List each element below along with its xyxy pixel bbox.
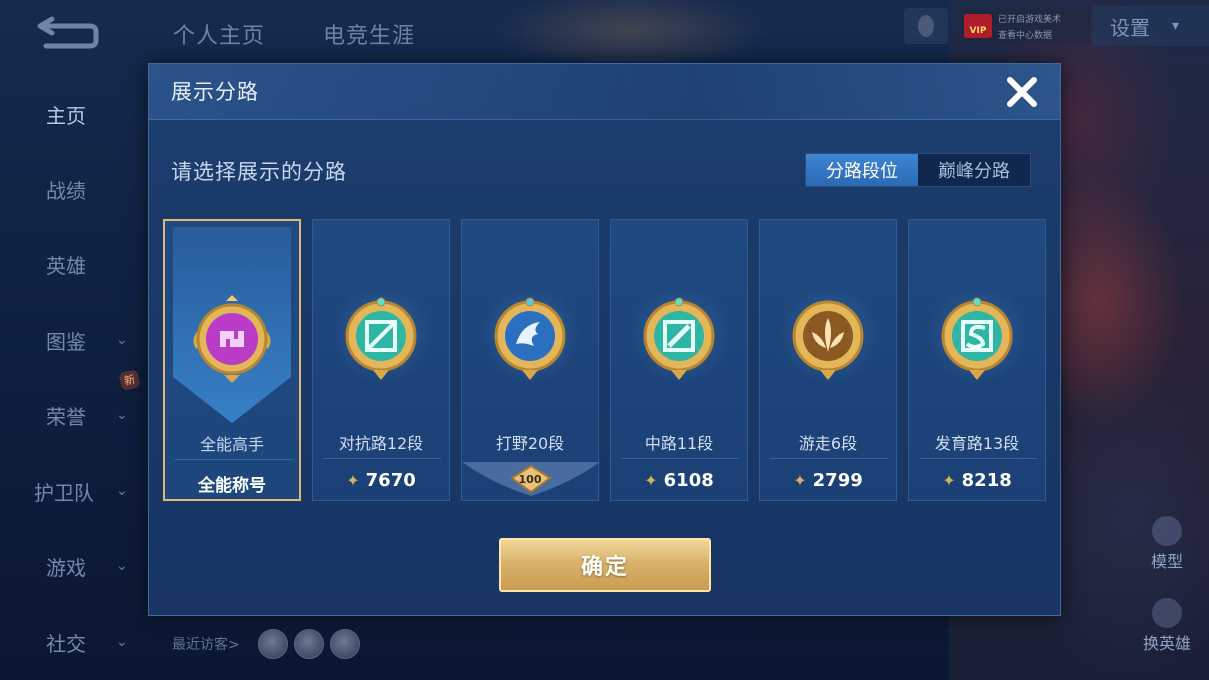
allround-title-label: 全能称号 (198, 476, 266, 496)
vip-line-2: 查看中心数据 (998, 31, 1053, 41)
top-bar: 个人主页 电竞生涯 VIP 已开启游戏美术 查看中心数据 设置 ▾ (0, 0, 1209, 70)
tab-peak-lane[interactable]: 巅峰分路 (918, 154, 1030, 186)
sidebar-item-codex[interactable]: 图鉴 ⌄ (0, 310, 148, 370)
lane-card-mid[interactable]: 中路11段 ✦ 6108 (610, 219, 748, 501)
sidebar: 主页 战绩 英雄 图鉴 ⌄ 荣誉 新 ⌄ 护卫队 ⌄ 游戏 ⌄ 社交 ⌄ (0, 70, 148, 680)
lane-score: ✦ 2799 (760, 470, 896, 491)
dialog-header: 展示分路 (149, 64, 1060, 120)
switch-hero-icon (1152, 598, 1182, 628)
model-label: 模型 (1150, 552, 1183, 571)
sidebar-item-label: 英雄 (46, 253, 86, 278)
lane-display-dialog: 展示分路 请选择展示的分路 分路段位 巅峰分路 全能高手 全能称号 对抗路12段… (148, 63, 1061, 616)
recent-visitors-label: 最近访客> (172, 637, 240, 653)
lane-score: ✦ 8218 (909, 470, 1045, 491)
avatar[interactable] (293, 629, 324, 659)
tab-esports-career[interactable]: 电竞生涯 (323, 18, 415, 50)
recent-visitors[interactable]: 最近访客> (172, 626, 366, 662)
switch-hero-label: 换英雄 (1142, 634, 1191, 653)
lane-score-value: 6108 (663, 470, 714, 491)
sidebar-item-home[interactable]: 主页 (0, 84, 148, 144)
lane-rank-label: 中路11段 (644, 434, 714, 453)
sidebar-item-label: 游戏 (46, 555, 86, 580)
chevron-down-icon: ⌄ (116, 407, 128, 423)
close-button[interactable] (1004, 74, 1040, 110)
settings-button[interactable]: 设置 ▾ (1092, 6, 1209, 46)
tab-lane-rank[interactable]: 分路段位 (806, 154, 918, 186)
dialog-title: 展示分路 (171, 80, 259, 104)
divider (175, 459, 293, 460)
sidebar-item-label: 社交 (46, 631, 86, 656)
power-score-icon: ✦ (644, 471, 658, 490)
power-score-icon: ✦ (346, 471, 360, 490)
clash-lane-medal-icon (313, 294, 449, 394)
close-icon (1007, 77, 1037, 107)
divider (770, 458, 888, 459)
sidebar-item-records[interactable]: 战绩 (0, 159, 148, 219)
display-mode-toggle: 分路段位 巅峰分路 (805, 153, 1031, 187)
sidebar-item-social[interactable]: 社交 ⌄ (0, 612, 148, 672)
star-level-value: 100 (518, 473, 542, 486)
lane-rank-label: 全能高手 (199, 435, 264, 454)
lane-card-clash[interactable]: 对抗路12段 ✦ 7670 (312, 219, 450, 501)
lane-rank-label: 对抗路12段 (338, 434, 424, 453)
lane-score-value: 7670 (365, 470, 416, 491)
vip-badge: VIP (964, 14, 992, 38)
lane-card-farm[interactable]: 发育路13段 ✦ 8218 (908, 219, 1046, 501)
power-score-icon: ✦ (942, 471, 956, 490)
sidebar-item-label: 主页 (46, 103, 86, 128)
qq-icon[interactable] (904, 8, 948, 44)
lane-card-roam[interactable]: 游走6段 ✦ 2799 (759, 219, 897, 501)
back-arrow-icon (37, 16, 99, 49)
farm-lane-medal-icon (909, 294, 1045, 394)
sidebar-item-honor[interactable]: 荣誉 新 ⌄ (0, 369, 148, 445)
chevron-down-icon: ⌄ (116, 558, 128, 574)
vip-line-1: 已开启游戏美术 (998, 15, 1062, 25)
chevron-down-icon: ▾ (1172, 18, 1180, 34)
sidebar-item-label: 护卫队 (34, 480, 94, 505)
chevron-down-icon: ⌄ (116, 332, 128, 348)
divider (323, 458, 441, 459)
new-badge: 新 (118, 369, 141, 391)
sidebar-item-games[interactable]: 游戏 ⌄ (0, 536, 148, 596)
avatar[interactable] (257, 629, 288, 659)
mid-lane-medal-icon (611, 294, 747, 394)
lane-score-value: 8218 (961, 470, 1012, 491)
lane-rank-label: 发育路13段 (934, 434, 1020, 453)
chevron-down-icon: ⌄ (116, 483, 128, 499)
lane-rank-label: 游走6段 (798, 434, 858, 453)
divider (919, 458, 1037, 459)
chevron-down-icon: ⌄ (116, 634, 128, 650)
lane-score: ✦ 6108 (611, 470, 747, 491)
model-icon (1152, 516, 1182, 546)
lane-score-value: 2799 (812, 470, 863, 491)
allround-medal-icon (165, 291, 299, 391)
settings-label: 设置 (1110, 15, 1150, 40)
power-score-icon: ✦ (793, 471, 807, 490)
sidebar-item-label: 荣誉 (46, 404, 86, 429)
confirm-button[interactable]: 确定 (499, 538, 711, 592)
model-button[interactable]: 模型 (1132, 516, 1202, 572)
avatar[interactable] (329, 629, 360, 659)
vip-label: VIP (969, 26, 987, 36)
jungle-medal-icon (462, 294, 598, 394)
sidebar-item-heroes[interactable]: 英雄 (0, 234, 148, 294)
back-button[interactable] (30, 16, 102, 56)
lane-rank-label: 打野20段 (495, 434, 565, 453)
sidebar-item-label: 战绩 (46, 178, 86, 203)
lane-card-jungle[interactable]: 打野20段 100 (461, 219, 600, 501)
sidebar-item-label: 图鉴 (46, 329, 86, 354)
sidebar-item-guard-team[interactable]: 护卫队 ⌄ (0, 461, 148, 521)
tab-personal-home[interactable]: 个人主页 (173, 18, 265, 50)
vip-panel[interactable]: VIP 已开启游戏美术 查看中心数据 (960, 8, 1090, 44)
dialog-subtitle: 请选择展示的分路 (171, 160, 347, 184)
lane-score: ✦ 7670 (313, 470, 449, 491)
roam-medal-icon (760, 294, 896, 394)
switch-hero-button[interactable]: 换英雄 (1132, 598, 1202, 654)
lane-card-allround[interactable]: 全能高手 全能称号 (163, 219, 301, 501)
divider (621, 458, 739, 459)
